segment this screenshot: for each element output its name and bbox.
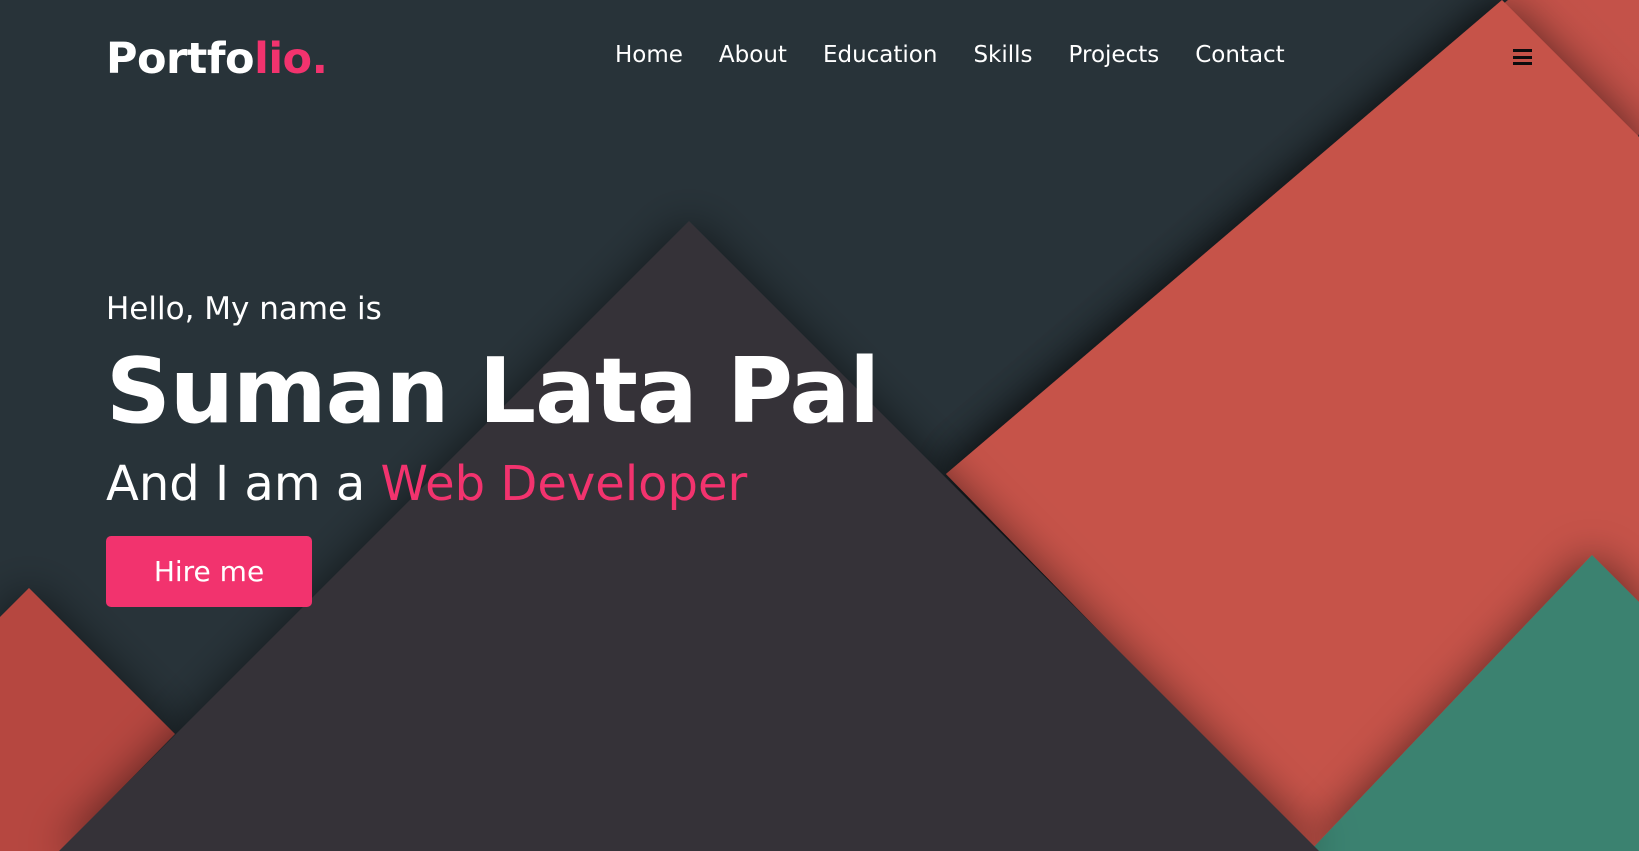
- hamburger-bar: [1513, 62, 1532, 65]
- nav-link-projects[interactable]: Projects: [1069, 42, 1160, 68]
- hero-greeting: Hello, My name is: [106, 291, 382, 327]
- nav-link-about[interactable]: About: [719, 42, 787, 68]
- hero-role-highlight: Web Developer: [380, 456, 748, 512]
- nav-item-education: Education: [823, 42, 938, 68]
- nav-item-about: About: [719, 42, 787, 68]
- nav-item-home: Home: [615, 42, 683, 68]
- hamburger-menu-icon[interactable]: [1513, 49, 1532, 65]
- hero-name: Suman Lata Pal: [106, 339, 880, 444]
- nav-item-contact: Contact: [1195, 42, 1284, 68]
- brand-logo-accent-text: lio.: [254, 34, 328, 84]
- nav-item-projects: Projects: [1069, 42, 1160, 68]
- nav-menu: Home About Education Skills Projects Con…: [615, 42, 1285, 68]
- nav-link-education[interactable]: Education: [823, 42, 938, 68]
- hamburger-bar: [1513, 55, 1532, 59]
- hire-me-button[interactable]: Hire me: [106, 536, 312, 607]
- nav-link-contact[interactable]: Contact: [1195, 42, 1284, 68]
- navbar: Portfolio. Home About Education Skills P…: [0, 0, 1639, 116]
- hero-role-prefix: And I am a: [106, 456, 381, 512]
- brand-logo-text: Portfo: [106, 34, 255, 84]
- nav-link-home[interactable]: Home: [615, 42, 683, 68]
- hero-section: Hello, My name is Suman Lata Pal And I a…: [106, 286, 880, 607]
- hero-role-line: And I am a Web Developer: [106, 454, 879, 514]
- hamburger-bar: [1513, 49, 1532, 52]
- nav-link-skills[interactable]: Skills: [973, 42, 1032, 68]
- brand-logo[interactable]: Portfolio.: [106, 34, 328, 84]
- nav-item-skills: Skills: [973, 42, 1032, 68]
